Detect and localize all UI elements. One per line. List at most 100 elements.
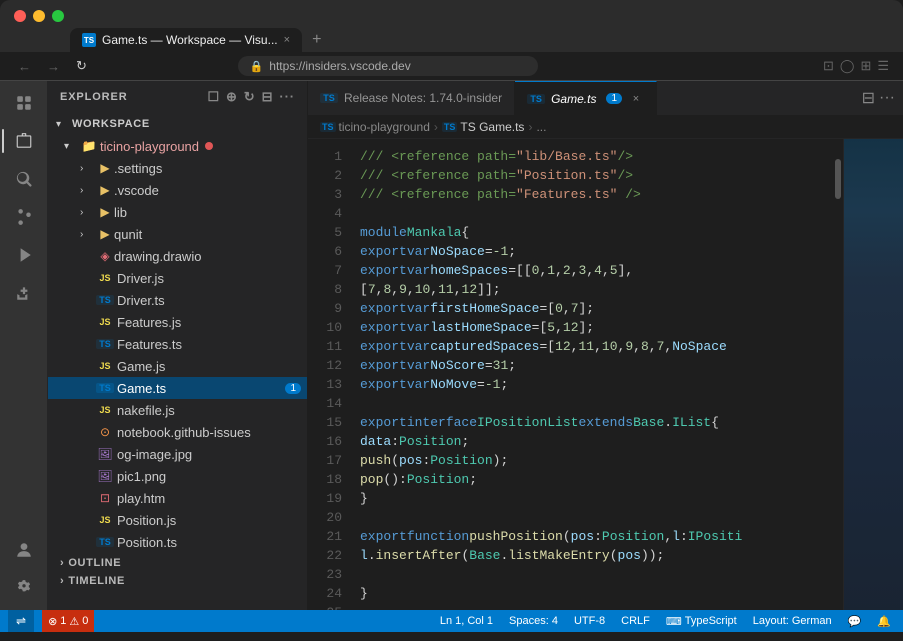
tab-close-button[interactable]: × — [628, 91, 644, 107]
file-features-ts[interactable]: TS Features.ts — [48, 333, 307, 355]
profile-icon[interactable]: ◯ — [840, 58, 855, 74]
code-line-16: data:Position; — [360, 432, 833, 451]
js-icon: JS — [96, 405, 114, 415]
layout[interactable]: Layout: German — [749, 610, 836, 632]
js-icon: JS — [96, 515, 114, 525]
file-game-ts[interactable]: TS Game.ts 1 — [48, 377, 307, 399]
ts-icon: TS — [96, 383, 114, 393]
language-mode[interactable]: ⌨ TypeScript — [662, 610, 741, 632]
browser-active-tab[interactable]: TS Game.ts — Workspace — Visu... × — [70, 28, 302, 52]
encoding[interactable]: UTF-8 — [570, 610, 609, 632]
breadcrumb-ellipsis: ... — [536, 120, 546, 134]
tab-favicon: TS — [82, 33, 96, 47]
git-modified-dot — [205, 142, 213, 150]
folder-lib[interactable]: › ▶ lib — [48, 201, 307, 223]
back-button[interactable]: ← — [14, 57, 35, 76]
workspace-root[interactable]: ▾ WORKSPACE — [48, 113, 307, 135]
sidebar: Explorer ☐ ⊕ ↻ ⊟ ··· ▾ WORKSPACE ▾ — [48, 81, 308, 610]
status-bar: ⇌ ⊗ 1 ⚠ 0 Ln 1, Col 1 Spaces: 4 UTF-8 CR… — [0, 610, 903, 632]
fullscreen-button[interactable] — [52, 10, 64, 22]
layout-text: Layout: German — [753, 615, 832, 627]
file-name: Features.ts — [117, 337, 182, 352]
code-line-8: [7,8,9,10,11,12]]; — [360, 280, 833, 299]
file-driver-ts[interactable]: TS Driver.ts — [48, 289, 307, 311]
activity-search[interactable] — [6, 161, 42, 197]
folder-ticino-playground[interactable]: ▾ 📁 ticino-playground — [48, 135, 307, 157]
folder-vscode[interactable]: › ▶ .vscode — [48, 179, 307, 201]
file-notebook[interactable]: ⊙ notebook.github-issues — [48, 421, 307, 443]
cursor-position[interactable]: Ln 1, Col 1 — [436, 610, 497, 632]
notifications[interactable]: 💬 — [844, 610, 866, 632]
split-editor-icon[interactable]: ⊟ — [862, 88, 875, 108]
file-game-js[interactable]: JS Game.js — [48, 355, 307, 377]
breadcrumb-file[interactable]: TS TS Game.ts — [442, 120, 525, 134]
code-line-20 — [360, 508, 833, 527]
bell[interactable]: 🔔 — [873, 610, 895, 632]
tab-label: Game.ts — [551, 92, 596, 106]
activity-explorer[interactable] — [6, 123, 42, 159]
browser-actions: ⊡ ◯ ⊞ ☰ — [823, 58, 889, 74]
activity-extensions[interactable] — [6, 275, 42, 311]
activity-run[interactable] — [6, 237, 42, 273]
file-nakefile-js[interactable]: JS nakefile.js — [48, 399, 307, 421]
code-line-9: export var firstHomeSpace = [0,7]; — [360, 299, 833, 318]
error-count[interactable]: ⊗ 1 ⚠ 0 — [42, 610, 94, 632]
file-pic1[interactable]: 🖼 pic1.png — [48, 465, 307, 487]
more-actions-icon[interactable]: ··· — [879, 89, 895, 107]
tab-game-ts[interactable]: TS Game.ts 1 × — [515, 81, 657, 116]
html-icon: ⊡ — [96, 491, 114, 505]
arrow: › — [80, 207, 96, 218]
tab-release-notes[interactable]: TS Release Notes: 1.74.0-insider — [308, 81, 515, 116]
scrollbar[interactable] — [833, 139, 843, 610]
new-tab-button[interactable]: + — [306, 31, 327, 49]
minimize-button[interactable] — [33, 10, 45, 22]
activity-git[interactable] — [6, 199, 42, 235]
ts-icon: TS — [96, 537, 114, 547]
file-name: Game.ts — [117, 381, 166, 396]
collapse-icon[interactable]: ⊟ — [262, 89, 274, 105]
code-lines[interactable]: /// <reference path="lib/Base.ts"/> /// … — [352, 139, 833, 610]
warning-icon: ⚠ — [69, 615, 79, 628]
file-features-js[interactable]: JS Features.js — [48, 311, 307, 333]
scroll-thumb[interactable] — [835, 159, 841, 199]
file-play-htm[interactable]: ⊡ play.htm — [48, 487, 307, 509]
folder-icon: 📁 — [80, 139, 98, 153]
js-icon: JS — [96, 273, 114, 283]
activity-account[interactable] — [6, 532, 42, 568]
more-icon[interactable]: ··· — [279, 89, 295, 105]
close-button[interactable] — [14, 10, 26, 22]
address-bar: ← → ↻ 🔒 https://insiders.vscode.dev ⊡ ◯ … — [0, 52, 903, 81]
ts-icon: TS — [96, 339, 114, 349]
file-position-js[interactable]: JS Position.js — [48, 509, 307, 531]
url-input[interactable]: 🔒 https://insiders.vscode.dev — [238, 56, 538, 76]
activity-remote[interactable] — [6, 85, 42, 121]
file-driver-js[interactable]: JS Driver.js — [48, 267, 307, 289]
code-line-14 — [360, 394, 833, 413]
new-file-icon[interactable]: ☐ — [207, 89, 220, 105]
indentation[interactable]: Spaces: 4 — [505, 610, 562, 632]
browser-tab-close[interactable]: × — [284, 34, 290, 46]
arrow: › — [80, 185, 96, 196]
folder-qunit[interactable]: › ▶ qunit — [48, 223, 307, 245]
file-position-ts[interactable]: TS Position.ts — [48, 531, 307, 553]
eol-text: CRLF — [621, 615, 650, 627]
refresh-icon[interactable]: ↻ — [244, 89, 256, 105]
breadcrumb-root[interactable]: TS ticino-playground — [320, 120, 430, 134]
settings-icon[interactable]: ☰ — [877, 58, 889, 74]
reload-button[interactable]: ↻ — [72, 56, 91, 76]
cast-icon[interactable]: ⊡ — [823, 58, 834, 74]
eol[interactable]: CRLF — [617, 610, 654, 632]
breadcrumb-symbol[interactable]: ... — [536, 120, 546, 134]
extensions-icon[interactable]: ⊞ — [860, 58, 871, 74]
forward-button[interactable]: → — [43, 57, 64, 76]
timeline-section[interactable]: › TIMELINE — [48, 571, 307, 589]
code-line-21: export function pushPosition(pos:Positio… — [360, 527, 833, 546]
activity-settings[interactable] — [6, 570, 42, 606]
folder-settings[interactable]: › ▶ .settings — [48, 157, 307, 179]
remote-indicator[interactable]: ⇌ — [8, 610, 34, 632]
new-folder-icon[interactable]: ⊕ — [226, 89, 238, 105]
browser-chrome: TS Game.ts — Workspace — Visu... × + ← →… — [0, 0, 903, 81]
file-drawing-drawio[interactable]: ◈ drawing.drawio — [48, 245, 307, 267]
file-og-image[interactable]: 🖼 og-image.jpg — [48, 443, 307, 465]
outline-section[interactable]: › OUTLINE — [48, 553, 307, 571]
